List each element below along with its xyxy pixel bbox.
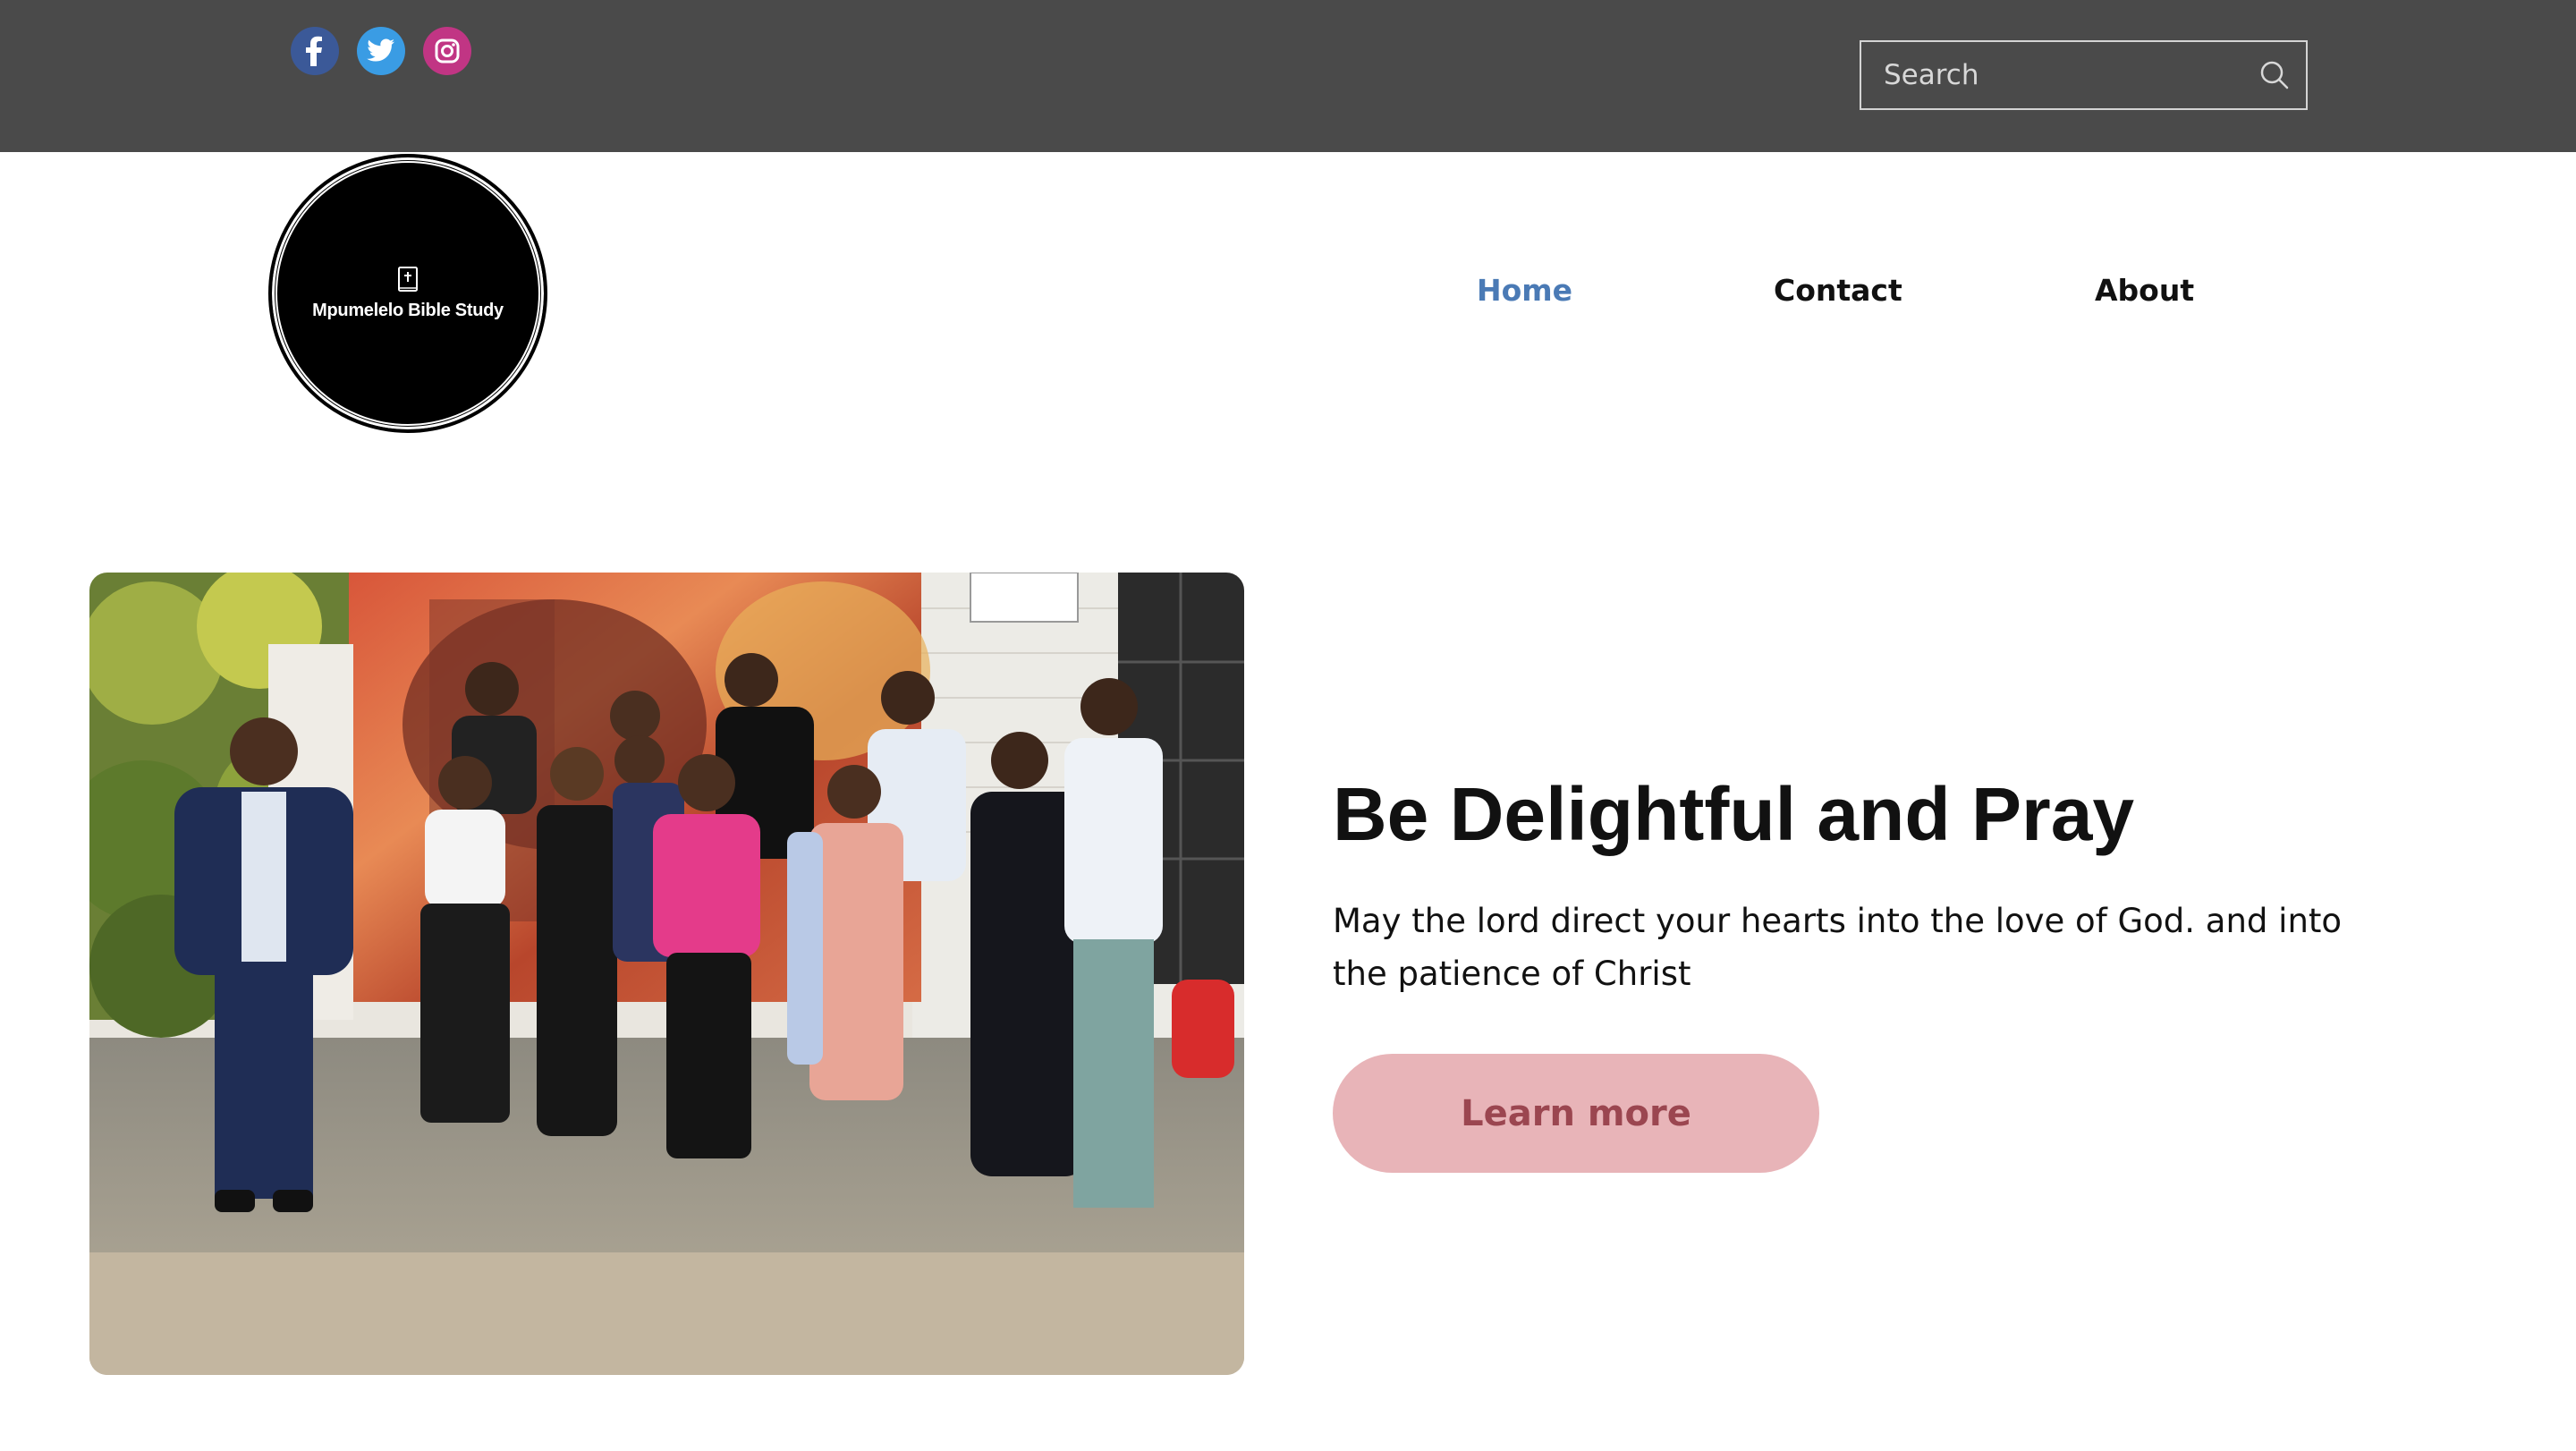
learn-more-button[interactable]: Learn more: [1333, 1054, 1819, 1173]
hero-description: May the lord direct your hearts into the…: [1333, 902, 2343, 993]
nav-contact[interactable]: Contact: [1774, 273, 1902, 308]
hero-group-photo: [89, 573, 1244, 1375]
site-logo[interactable]: Mpumelelo Bible Study: [268, 154, 547, 433]
top-bar: [0, 0, 2576, 152]
nav-home[interactable]: Home: [1477, 273, 1572, 308]
hero-title: Be Delightful and Pray: [1333, 772, 2135, 856]
twitter-icon[interactable]: [357, 27, 405, 75]
logo-ring: [275, 161, 540, 426]
instagram-icon[interactable]: [423, 27, 471, 75]
social-links: [291, 27, 471, 75]
search-box: [1860, 40, 2308, 110]
nav-about[interactable]: About: [2095, 273, 2194, 308]
facebook-icon[interactable]: [291, 27, 339, 75]
search-input[interactable]: [1861, 42, 2243, 108]
search-icon[interactable]: [2243, 42, 2306, 108]
